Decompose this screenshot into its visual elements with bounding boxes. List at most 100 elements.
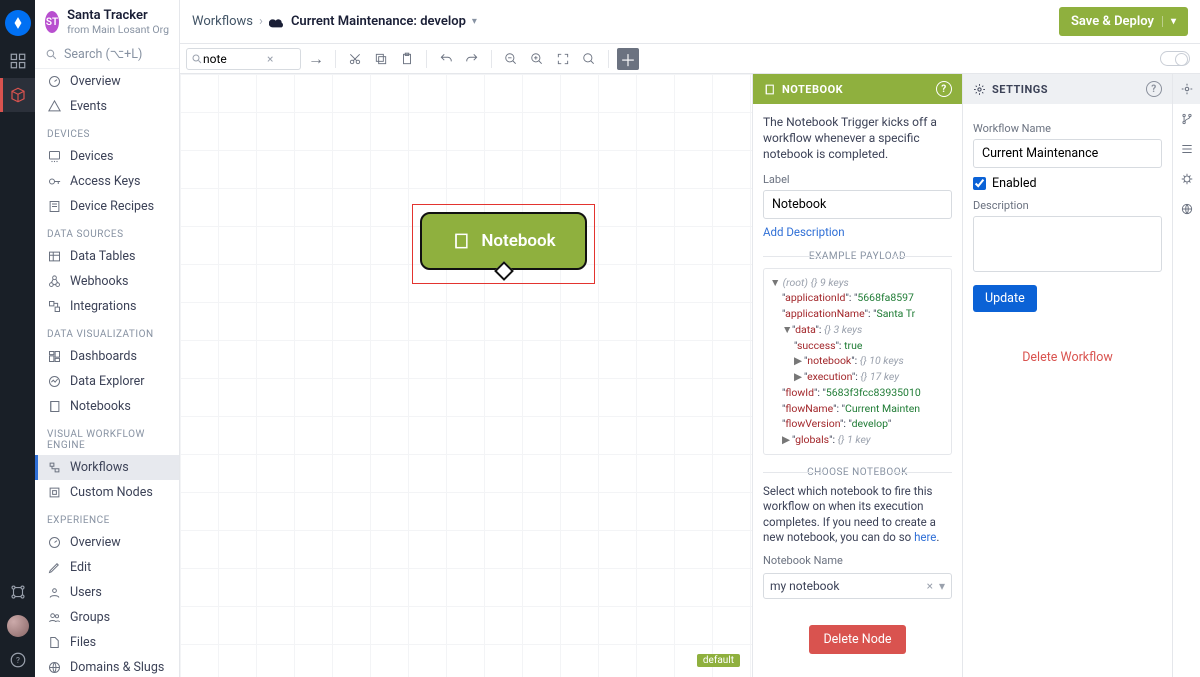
clear-icon[interactable]: × (267, 52, 273, 66)
node-search[interactable]: × (186, 48, 301, 70)
zoom-out-icon[interactable] (500, 48, 522, 70)
description-input[interactable] (973, 216, 1162, 272)
nav-domains[interactable]: Domains & Slugs (35, 655, 179, 677)
global-rail: ? (0, 0, 35, 677)
zoom-reset-icon[interactable] (578, 48, 600, 70)
rail-graph-icon[interactable] (0, 575, 35, 609)
nav-webhooks[interactable]: Webhooks (35, 269, 179, 294)
breadcrumb-caret-icon[interactable]: ▾ (472, 16, 477, 27)
update-button[interactable]: Update (973, 285, 1037, 312)
nav-group-sources: DATA SOURCES (35, 219, 179, 244)
cut-icon[interactable] (344, 48, 366, 70)
nav-events[interactable]: Events (35, 94, 179, 119)
nav-users[interactable]: Users (35, 580, 179, 605)
mini-globe-icon[interactable] (1173, 194, 1200, 224)
node-label-input[interactable] (763, 190, 952, 219)
node-search-input[interactable] (203, 52, 267, 66)
settings-header: SETTINGS ? (963, 74, 1172, 104)
debug-toggle[interactable] (1160, 51, 1190, 66)
choose-notebook-title: CHOOSE NOTEBOOK (763, 467, 952, 478)
notebook-icon (451, 231, 471, 251)
nav-dashboards[interactable]: Dashboards (35, 344, 179, 369)
create-notebook-link[interactable]: here (914, 530, 936, 544)
nav-custom-nodes[interactable]: Custom Nodes (35, 480, 179, 505)
mini-debug-icon[interactable] (1173, 164, 1200, 194)
nav-edit[interactable]: Edit (35, 555, 179, 580)
rail-help-icon[interactable]: ? (0, 643, 35, 677)
rail-dashboard-icon[interactable] (0, 44, 35, 78)
nav-notebooks[interactable]: Notebooks (35, 394, 179, 419)
nav-data-explorer[interactable]: Data Explorer (35, 369, 179, 394)
add-description-link[interactable]: Add Description (763, 225, 845, 239)
nav-device-recipes[interactable]: Device Recipes (35, 194, 179, 219)
app-name: Santa Tracker (67, 8, 169, 23)
mini-settings-icon[interactable] (1173, 74, 1200, 104)
delete-workflow-link[interactable]: Delete Workflow (973, 350, 1162, 365)
node-label: Notebook (481, 231, 555, 251)
breadcrumb: Workflows › Current Maintenance: develop… (192, 14, 477, 29)
nav-workflows[interactable]: Workflows (35, 455, 179, 480)
right-mini-rail (1172, 74, 1200, 677)
svg-text:?: ? (16, 656, 20, 666)
clear-select-icon[interactable]: × (927, 579, 933, 593)
nav-access-keys[interactable]: Access Keys (35, 169, 179, 194)
main: Workflows › Current Maintenance: develop… (180, 0, 1200, 677)
settings-panel: SETTINGS ? Workflow Name Enabled Descrip… (962, 74, 1172, 677)
enabled-checkbox-input[interactable] (973, 177, 986, 190)
app-header[interactable]: ST Santa Tracker from Main Losant Org (35, 0, 179, 40)
nav-groups[interactable]: Groups (35, 605, 179, 630)
add-node-icon[interactable]: ＋ (617, 48, 639, 70)
nav-files[interactable]: Files (35, 630, 179, 655)
undo-icon[interactable] (435, 48, 457, 70)
notebook-icon (763, 83, 776, 96)
delete-node-button[interactable]: Delete Node (809, 625, 905, 654)
nav-data-tables[interactable]: Data Tables (35, 244, 179, 269)
nav-overview[interactable]: Overview (35, 69, 179, 94)
workflow-name-input[interactable] (973, 139, 1162, 168)
sidebar-nav: Overview Events DEVICES Devices Access K… (35, 69, 179, 677)
zoom-in-icon[interactable] (526, 48, 548, 70)
next-match-icon[interactable]: → (305, 48, 327, 70)
canvas[interactable]: Notebook default (180, 74, 752, 677)
settings-title: SETTINGS (992, 83, 1048, 96)
save-caret-icon[interactable]: ▾ (1162, 16, 1176, 27)
paste-icon[interactable] (396, 48, 418, 70)
app-org: from Main Losant Org (67, 23, 169, 36)
breadcrumb-current: Current Maintenance: develop (291, 14, 466, 29)
nav-group-devices: DEVICES (35, 119, 179, 144)
notebook-select-value: my notebook (770, 579, 839, 593)
save-deploy-button[interactable]: Save & Deploy▾ (1059, 7, 1188, 36)
breadcrumb-sep: › (259, 14, 263, 29)
rail-cube-icon[interactable] (0, 78, 35, 112)
enabled-checkbox[interactable]: Enabled (973, 176, 1162, 191)
canvas-toolbar: × → ＋ (180, 44, 1200, 74)
workflow-name-caption: Workflow Name (973, 122, 1162, 135)
brand-logo-icon[interactable] (5, 10, 31, 36)
notebook-select[interactable]: my notebook × ▾ (763, 573, 952, 599)
app-badge: ST (45, 11, 59, 33)
nav-devices[interactable]: Devices (35, 144, 179, 169)
mini-branch-icon[interactable] (1173, 104, 1200, 134)
sidebar-search[interactable]: Search (⌥+L) (35, 40, 179, 69)
chevron-down-icon[interactable]: ▾ (939, 579, 945, 593)
workflow-node-notebook[interactable]: Notebook (412, 204, 595, 284)
settings-help-icon[interactable]: ? (1146, 81, 1162, 97)
redo-icon[interactable] (461, 48, 483, 70)
search-placeholder: Search (⌥+L) (64, 46, 142, 62)
nav-group-viz: DATA VISUALIZATION (35, 319, 179, 344)
gear-icon (973, 83, 986, 96)
fit-icon[interactable] (552, 48, 574, 70)
example-payload[interactable]: ▼ (root) {} 9 keys "applicationId": "566… (763, 268, 952, 455)
user-avatar[interactable] (7, 615, 29, 637)
nav-integrations[interactable]: Integrations (35, 294, 179, 319)
description-caption: Description (973, 199, 1162, 212)
copy-icon[interactable] (370, 48, 392, 70)
mini-list-icon[interactable] (1173, 134, 1200, 164)
nav-group-experience: EXPERIENCE (35, 505, 179, 530)
nav-exp-overview[interactable]: Overview (35, 530, 179, 555)
cloud-icon (269, 16, 285, 28)
breadcrumb-root[interactable]: Workflows (192, 14, 253, 29)
panel-help-icon[interactable]: ? (936, 81, 952, 97)
version-badge: default (697, 654, 740, 667)
nav-group-engine: VISUAL WORKFLOW ENGINE (35, 419, 179, 455)
